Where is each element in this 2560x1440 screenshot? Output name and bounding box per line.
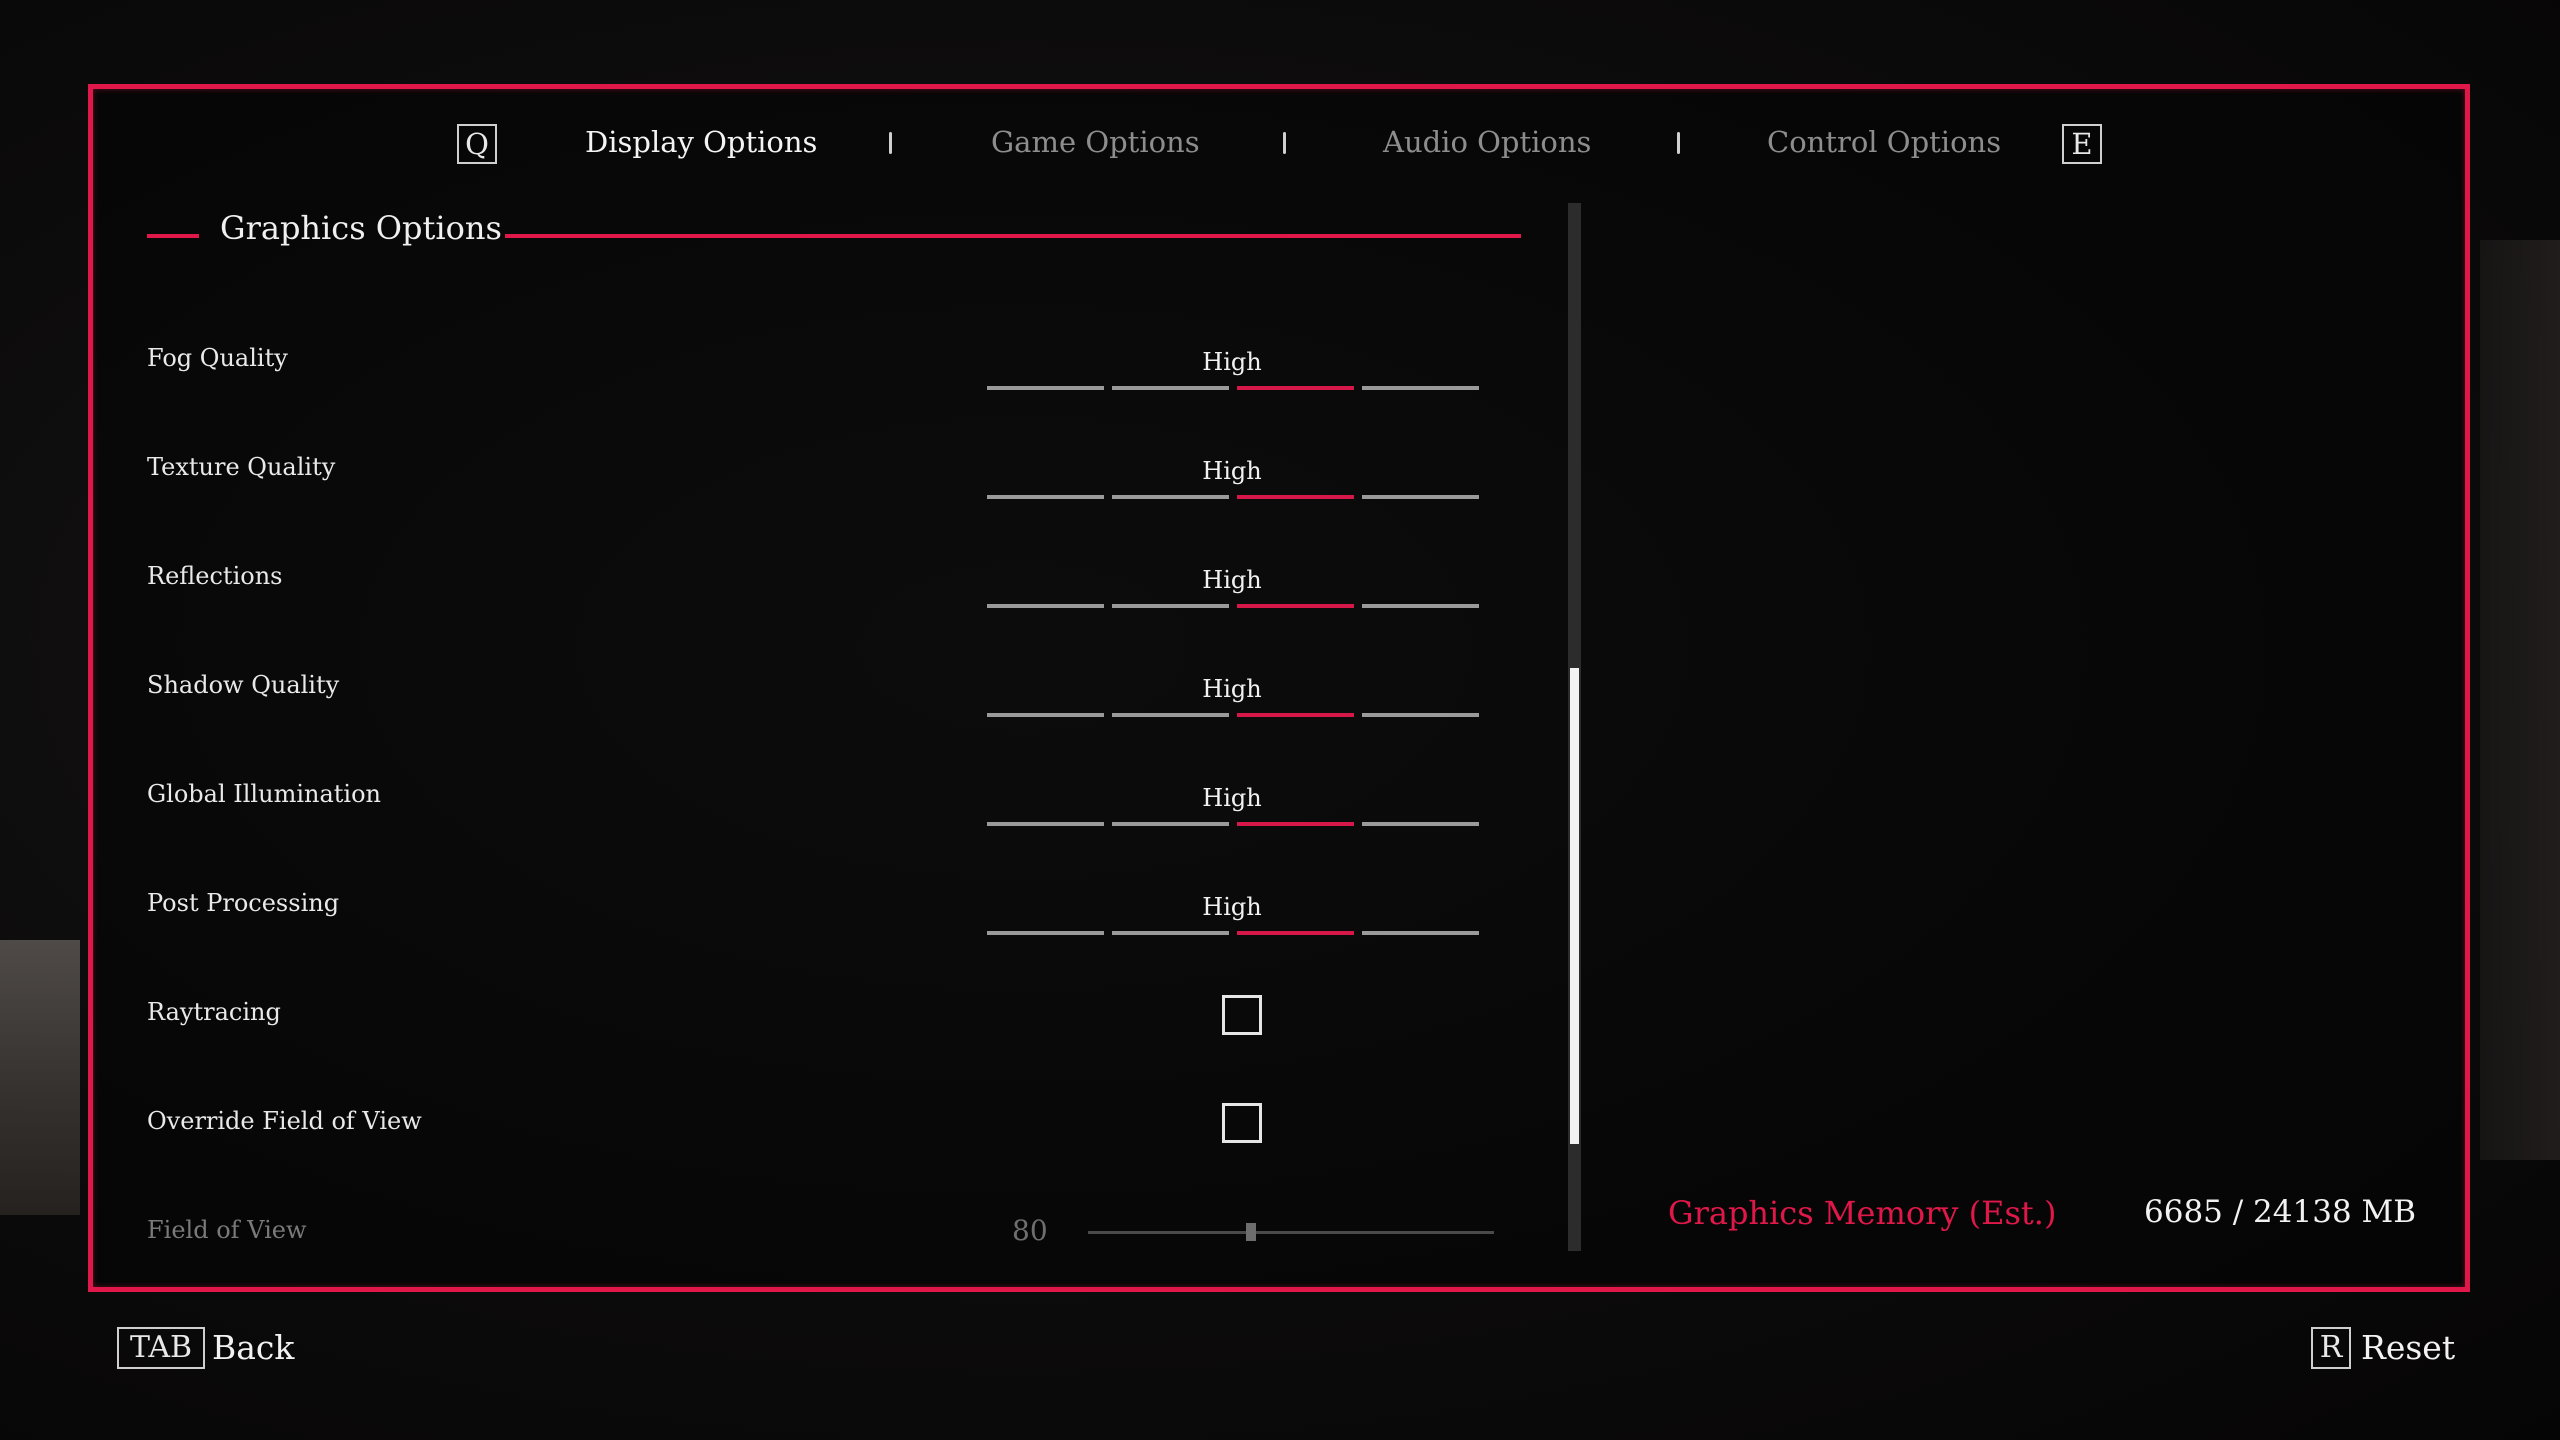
segment-selected xyxy=(1237,931,1354,935)
segment xyxy=(1112,713,1229,717)
segment xyxy=(1112,386,1229,390)
segment-bar-global-illumination[interactable] xyxy=(987,822,1479,826)
graphics-memory-label: Graphics Memory (Est.) xyxy=(1668,1194,2057,1232)
segment-bar-fog-quality[interactable] xyxy=(987,386,1479,390)
setting-label-raytracing: Raytracing xyxy=(147,998,281,1026)
segment xyxy=(1362,604,1479,608)
background-object-left xyxy=(0,940,80,1215)
graphics-memory-value: 6685 / 24138 MB xyxy=(2144,1194,2417,1230)
tab-separator xyxy=(1677,132,1680,154)
section-title: Graphics Options xyxy=(220,209,502,247)
segment xyxy=(987,386,1104,390)
segment xyxy=(987,931,1104,935)
segment-selected xyxy=(1237,604,1354,608)
tab-separator xyxy=(1283,132,1286,154)
setting-value-global-illumination[interactable]: High xyxy=(987,784,1477,812)
section-header-line-right xyxy=(505,234,1521,238)
setting-value-fog-quality[interactable]: High xyxy=(987,348,1477,376)
reset-key[interactable]: R xyxy=(2311,1327,2351,1369)
segment xyxy=(1112,495,1229,499)
tab-game-options[interactable]: Game Options xyxy=(991,125,1200,159)
back-button[interactable]: Back xyxy=(212,1328,294,1367)
setting-label-reflections: Reflections xyxy=(147,562,283,590)
segment-selected xyxy=(1237,822,1354,826)
segment-bar-reflections[interactable] xyxy=(987,604,1479,608)
segment-selected xyxy=(1237,713,1354,717)
tab-control-options[interactable]: Control Options xyxy=(1767,125,2001,159)
segment xyxy=(1362,713,1479,717)
setting-label-texture-quality: Texture Quality xyxy=(147,453,336,481)
override-fov-checkbox[interactable] xyxy=(1222,1103,1262,1143)
fov-value: 80 xyxy=(1012,1214,1048,1247)
segment-bar-shadow-quality[interactable] xyxy=(987,713,1479,717)
segment xyxy=(1362,822,1479,826)
segment xyxy=(1362,495,1479,499)
prev-tab-key[interactable]: Q xyxy=(457,124,497,164)
setting-value-shadow-quality[interactable]: High xyxy=(987,675,1477,703)
setting-label-shadow-quality: Shadow Quality xyxy=(147,671,340,699)
segment xyxy=(987,495,1104,499)
segment xyxy=(987,713,1104,717)
setting-value-post-processing[interactable]: High xyxy=(987,893,1477,921)
segment xyxy=(987,604,1104,608)
segment xyxy=(1112,822,1229,826)
segment xyxy=(1362,386,1479,390)
fov-slider-track[interactable] xyxy=(1088,1231,1494,1234)
fov-slider-handle[interactable] xyxy=(1246,1223,1256,1241)
setting-label-fog-quality: Fog Quality xyxy=(147,344,288,372)
setting-label-post-processing: Post Processing xyxy=(147,889,340,917)
next-tab-key[interactable]: E xyxy=(2062,124,2102,164)
section-header-line-left xyxy=(147,234,199,238)
segment xyxy=(1112,931,1229,935)
scrollbar-thumb[interactable] xyxy=(1570,668,1579,1144)
segment-selected xyxy=(1237,495,1354,499)
segment xyxy=(1362,931,1479,935)
segment-selected xyxy=(1237,386,1354,390)
setting-label-field-of-view: Field of View xyxy=(147,1216,307,1244)
segment xyxy=(987,822,1104,826)
setting-label-global-illumination: Global Illumination xyxy=(147,780,381,808)
setting-value-reflections[interactable]: High xyxy=(987,566,1477,594)
tab-audio-options[interactable]: Audio Options xyxy=(1383,125,1591,159)
setting-label-override-fov: Override Field of View xyxy=(147,1107,422,1135)
raytracing-checkbox[interactable] xyxy=(1222,995,1262,1035)
setting-value-texture-quality[interactable]: High xyxy=(987,457,1477,485)
segment-bar-texture-quality[interactable] xyxy=(987,495,1479,499)
tab-separator xyxy=(889,132,892,154)
segment xyxy=(1112,604,1229,608)
segment-bar-post-processing[interactable] xyxy=(987,931,1479,935)
back-key[interactable]: TAB xyxy=(117,1327,205,1369)
tab-display-options[interactable]: Display Options xyxy=(585,125,817,159)
reset-button[interactable]: Reset xyxy=(2361,1328,2455,1367)
background-object-right xyxy=(2480,240,2560,1160)
